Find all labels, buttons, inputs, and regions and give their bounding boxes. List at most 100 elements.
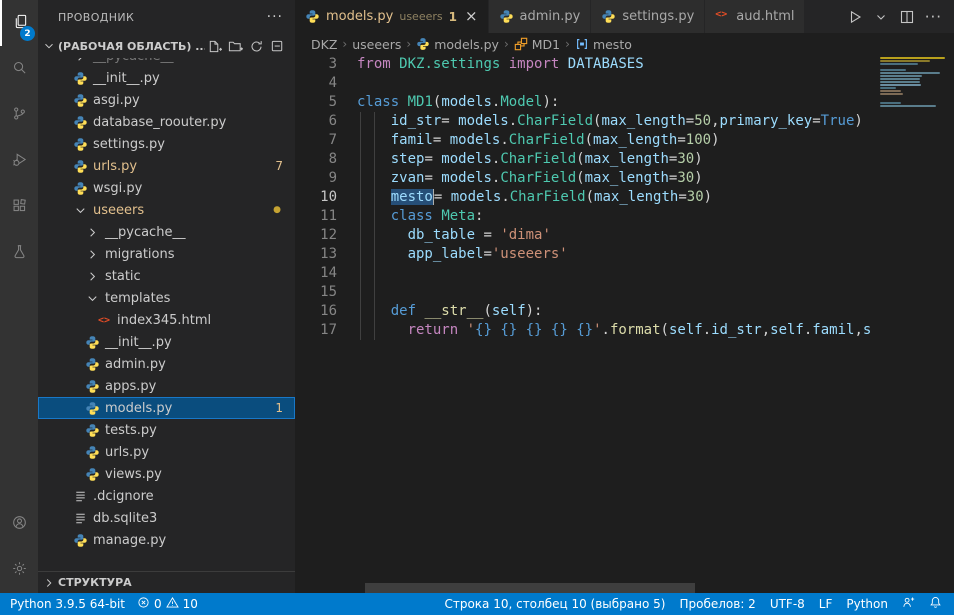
- tree-folder-migrations[interactable]: migrations: [38, 243, 295, 265]
- tree-file-views-py[interactable]: views.py: [38, 463, 295, 485]
- tree-folder-static[interactable]: static: [38, 265, 295, 287]
- tree-folder-templates[interactable]: templates: [38, 287, 295, 309]
- workspace-section-header[interactable]: (РАБОЧАЯ ОБЛАСТЬ) ...: [38, 34, 295, 58]
- code-token: Meta: [441, 208, 475, 224]
- tab-label: admin.py: [520, 9, 581, 24]
- new-folder-icon[interactable]: [228, 39, 243, 54]
- workspace-actions: [207, 39, 285, 54]
- tree-file-urls-py[interactable]: urls.py: [38, 441, 295, 463]
- status-feedback[interactable]: [902, 596, 915, 612]
- outline-section-header[interactable]: СТРУКТУРА: [38, 571, 295, 593]
- breadcrumb-useeers[interactable]: useeers: [352, 37, 401, 52]
- tab-bar: models.pyuseeers1× admin.py settings.py<>a…: [295, 0, 954, 33]
- code-token: ,: [711, 113, 719, 129]
- code-line: class Meta:: [357, 207, 954, 226]
- code-token: =: [433, 132, 450, 148]
- breadcrumb-label: models.py: [434, 37, 499, 52]
- status-indentation[interactable]: Пробелов: 2: [679, 597, 755, 611]
- tab-models-py[interactable]: models.pyuseeers1×: [295, 0, 489, 33]
- explorer-more-actions-icon[interactable]: ···: [267, 9, 283, 25]
- code-token: [458, 322, 466, 338]
- code-token: {}: [551, 322, 568, 338]
- breadcrumb-label: mesto: [593, 37, 632, 52]
- tree-folder--pycache-[interactable]: __pycache__: [38, 58, 295, 67]
- code-line: [357, 264, 954, 283]
- tree-file-database-roouter-py[interactable]: database_roouter.py: [38, 111, 295, 133]
- collapse-folders-icon[interactable]: [270, 39, 285, 54]
- generic-file-icon: [72, 510, 88, 526]
- status-cursor-position[interactable]: Строка 10, столбец 10 (выбрано 5): [444, 597, 665, 611]
- breadcrumb-separator: ›: [563, 37, 572, 51]
- minimap-line: [880, 105, 936, 107]
- code-token: db_table: [408, 227, 475, 243]
- breadcrumb-label: MD1: [532, 37, 560, 52]
- refresh-explorer-icon[interactable]: [249, 39, 264, 54]
- tree-file-db-sqlite3[interactable]: db.sqlite3: [38, 507, 295, 529]
- breadcrumb-mesto[interactable]: mesto: [575, 37, 632, 52]
- status-notifications[interactable]: [929, 596, 942, 612]
- tree-file-tests-py[interactable]: tests.py: [38, 419, 295, 441]
- tree-file-urls-py[interactable]: urls.py7: [38, 155, 295, 177]
- new-file-icon[interactable]: [207, 39, 222, 54]
- tree-folder-useeers[interactable]: useeers●: [38, 199, 295, 221]
- code-token: CharField: [500, 170, 576, 186]
- breadcrumb-md1[interactable]: MD1: [514, 37, 560, 52]
- tree-file-asgi-py[interactable]: asgi.py: [38, 89, 295, 111]
- split-editor-icon[interactable]: [899, 9, 915, 25]
- tree-file-models-py[interactable]: models.py1: [38, 397, 295, 419]
- close-icon[interactable]: ×: [465, 9, 478, 24]
- breadcrumb-label: useeers: [352, 37, 401, 52]
- tree-item-label: urls.py: [105, 445, 149, 460]
- tab-settings-py[interactable]: settings.py: [591, 0, 705, 33]
- code-line: class MD1(models.Model):: [357, 93, 954, 112]
- explorer-title: ПРОВОДНИК: [58, 11, 134, 24]
- extensions-icon: [12, 198, 27, 217]
- horizontal-scrollbar[interactable]: [365, 583, 695, 593]
- code-token: CharField: [509, 132, 585, 148]
- more-editor-actions-icon[interactable]: ···: [925, 8, 942, 26]
- activitybar-search[interactable]: [0, 46, 38, 92]
- status-label: UTF-8: [770, 597, 805, 611]
- activitybar-explorer[interactable]: 2: [0, 0, 38, 46]
- run-python-file-icon[interactable]: [847, 9, 863, 25]
- minimap[interactable]: [880, 55, 945, 593]
- tree-file-manage-py[interactable]: manage.py: [38, 529, 295, 551]
- tree-file-wsgi-py[interactable]: wsgi.py: [38, 177, 295, 199]
- tree-file-apps-py[interactable]: apps.py: [38, 375, 295, 397]
- status-label: LF: [819, 597, 833, 611]
- status-language-mode[interactable]: Python: [846, 597, 888, 611]
- code-token: =: [441, 113, 458, 129]
- tree-file--init-py[interactable]: __init__.py: [38, 67, 295, 89]
- status-eol-sequence[interactable]: LF: [819, 597, 833, 611]
- tree-file-admin-py[interactable]: admin.py: [38, 353, 295, 375]
- editor-content[interactable]: 34567891011121314151617 from DKZ.setting…: [295, 55, 954, 593]
- status-python-interpreter[interactable]: Python 3.9.5 64-bit: [10, 597, 125, 611]
- line-number: 17: [295, 321, 337, 340]
- activitybar-extensions[interactable]: [0, 184, 38, 230]
- code-token: DATABASES: [568, 56, 644, 72]
- tree-file--init-py[interactable]: __init__.py: [38, 331, 295, 353]
- tab-admin-py[interactable]: admin.py: [489, 0, 592, 33]
- code-token: ): [694, 170, 702, 186]
- status-problems[interactable]: 010: [137, 596, 198, 612]
- status-encoding[interactable]: UTF-8: [770, 597, 805, 611]
- tree-folder--pycache-[interactable]: __pycache__: [38, 221, 295, 243]
- activitybar-run-debug[interactable]: [0, 138, 38, 184]
- tree-file-index345-html[interactable]: <>index345.html: [38, 309, 295, 331]
- status-bar-right: Строка 10, столбец 10 (выбрано 5) Пробело…: [444, 596, 954, 612]
- activitybar-source-control[interactable]: [0, 92, 38, 138]
- code-token: ): [704, 189, 712, 205]
- activitybar-settings-gear[interactable]: [0, 547, 38, 593]
- html-file-icon: <>: [96, 312, 112, 328]
- activitybar-accounts[interactable]: [0, 501, 38, 547]
- code-token: self: [669, 322, 703, 338]
- tree-file-settings-py[interactable]: settings.py: [38, 133, 295, 155]
- run-dropdown-icon[interactable]: [873, 9, 889, 25]
- breadcrumb-dkz[interactable]: DKZ: [311, 37, 337, 52]
- activitybar-testing[interactable]: [0, 230, 38, 276]
- tree-file--dcignore[interactable]: .dcignore: [38, 485, 295, 507]
- tree-item-label: tests.py: [105, 423, 157, 438]
- code-token: .: [703, 322, 711, 338]
- tab-aud-html[interactable]: <>aud.html: [705, 0, 805, 33]
- breadcrumb-models-py[interactable]: models.py: [416, 37, 499, 52]
